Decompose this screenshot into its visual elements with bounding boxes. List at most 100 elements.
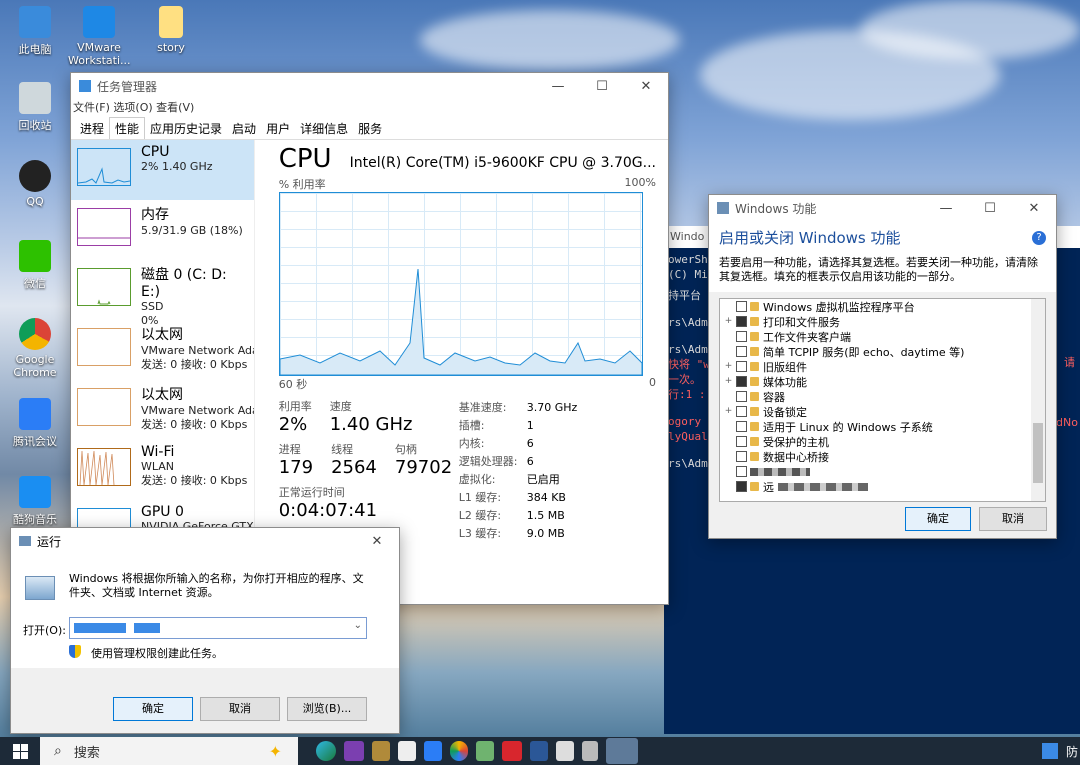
- wps-icon[interactable]: [502, 741, 522, 761]
- tab-users[interactable]: 用户: [261, 118, 295, 139]
- run-dialog[interactable]: 运行 ✕ Windows 将根据你所输入的名称，为你打开相应的程序、文件夹、文档…: [10, 527, 400, 734]
- tab-processes[interactable]: 进程: [75, 118, 109, 139]
- threads-value: 2564: [331, 457, 377, 478]
- app-icon[interactable]: [372, 741, 390, 761]
- desktop-icon-this-pc[interactable]: 此电脑: [4, 6, 66, 57]
- recycle-icon[interactable]: [582, 741, 598, 761]
- tab-startup[interactable]: 启动: [227, 118, 261, 139]
- run-browse-button[interactable]: 浏览(B)...: [287, 697, 367, 721]
- feature-item[interactable]: + 打印和文件服务: [724, 314, 1045, 329]
- tab-performance[interactable]: 性能: [109, 117, 146, 139]
- run-program-icon: [25, 576, 55, 600]
- sidebar-item-cpu[interactable]: CPU 2% 1.40 GHz: [71, 140, 254, 200]
- features-minimize-button[interactable]: —: [924, 201, 968, 216]
- minimize-button[interactable]: —: [536, 79, 580, 94]
- expand-icon[interactable]: +: [724, 317, 733, 326]
- chevron-down-icon[interactable]: ⌄: [354, 620, 362, 631]
- notepad-icon[interactable]: [476, 741, 494, 761]
- folder-icon: [750, 452, 759, 461]
- expand-icon[interactable]: +: [724, 407, 733, 416]
- features-maximize-button[interactable]: ☐: [968, 201, 1012, 216]
- feature-checkbox[interactable]: [736, 301, 747, 312]
- disk-thumbnail: [77, 268, 131, 306]
- features-heading: 启用或关闭 Windows 功能: [719, 229, 901, 247]
- sidebar-item-wifi[interactable]: Wi-Fi WLAN 发送: 0 接收: 0 Kbps: [71, 440, 254, 500]
- feature-checkbox[interactable]: [736, 481, 747, 492]
- feature-item[interactable]: 简单 TCPIP 服务(即 echo、daytime 等): [724, 344, 1045, 359]
- typora-icon[interactable]: [398, 741, 416, 761]
- start-button[interactable]: [0, 737, 40, 765]
- feature-item[interactable]: 工作文件夹客户端: [724, 329, 1045, 344]
- desktop-icon-recycle-bin[interactable]: 回收站: [4, 82, 66, 133]
- run-cancel-button[interactable]: 取消: [200, 697, 280, 721]
- contacts-icon[interactable]: [424, 741, 442, 761]
- expand-icon[interactable]: +: [724, 377, 733, 386]
- feature-checkbox[interactable]: [736, 361, 747, 372]
- feature-checkbox[interactable]: [736, 451, 747, 462]
- taskbar-search-box[interactable]: ⌕ 搜索 ✦: [40, 737, 298, 765]
- desktop-icon-kugou[interactable]: 酷狗音乐: [4, 476, 66, 527]
- feature-item[interactable]: Windows 虚拟机监控程序平台: [724, 299, 1045, 314]
- features-ok-button[interactable]: 确定: [905, 507, 971, 531]
- feature-item[interactable]: 数据中心桥接: [724, 449, 1045, 464]
- desktop-icon-qq[interactable]: QQ: [4, 160, 66, 208]
- menu-file[interactable]: 文件(F): [73, 101, 110, 114]
- feature-checkbox[interactable]: [736, 376, 747, 387]
- expand-icon[interactable]: +: [724, 362, 733, 371]
- sidebar-item-memory[interactable]: 内存 5.9/31.9 GB (18%): [71, 200, 254, 260]
- features-cancel-button[interactable]: 取消: [979, 507, 1047, 531]
- feature-checkbox[interactable]: [736, 346, 747, 357]
- desktop-icon-tencent-meeting[interactable]: 腾讯会议: [4, 398, 66, 449]
- redacted-label: [778, 482, 868, 491]
- run-taskbar-icon[interactable]: [606, 738, 638, 764]
- feature-checkbox[interactable]: [736, 421, 747, 432]
- feature-checkbox[interactable]: [736, 466, 747, 477]
- menu-view[interactable]: 查看(V): [156, 101, 194, 114]
- run-command-input[interactable]: ⌄: [69, 617, 367, 639]
- sidebar-item-ethernet-2[interactable]: 以太网 VMware Network Ada 发送: 0 接收: 0 Kbps: [71, 380, 254, 440]
- features-titlebar[interactable]: Windows 功能 — ☐ ✕: [709, 195, 1056, 221]
- tab-services[interactable]: 服务: [353, 118, 387, 139]
- features-tree[interactable]: Windows 虚拟机监控程序平台 + 打印和文件服务 工作文件夹客户端 简单 T…: [719, 298, 1046, 502]
- desktop-icon-vmware[interactable]: VMware Workstati...: [68, 6, 131, 67]
- feature-checkbox[interactable]: [736, 331, 747, 342]
- tab-app-history[interactable]: 应用历史记录: [145, 118, 227, 139]
- run-ok-button[interactable]: 确定: [113, 697, 193, 721]
- feature-item[interactable]: + 旧版组件: [724, 359, 1045, 374]
- notification-icon[interactable]: [1042, 743, 1058, 759]
- feature-checkbox[interactable]: [736, 406, 747, 417]
- feature-item-redacted[interactable]: [724, 464, 1045, 479]
- onenote-icon[interactable]: [344, 741, 364, 761]
- file-explorer-icon[interactable]: [556, 741, 574, 761]
- desktop-icon-chrome[interactable]: Google Chrome: [4, 318, 66, 379]
- features-close-button[interactable]: ✕: [1012, 201, 1056, 216]
- edge-icon[interactable]: [316, 741, 336, 761]
- feature-item[interactable]: 适用于 Linux 的 Windows 子系统: [724, 419, 1045, 434]
- menu-options[interactable]: 选项(O): [113, 101, 152, 114]
- task-manager-window[interactable]: 任务管理器 — ☐ ✕ 文件(F) 选项(O) 查看(V) 进程 性能 应用历史…: [70, 72, 669, 605]
- help-icon[interactable]: ?: [1032, 231, 1046, 245]
- desktop-icon-wechat[interactable]: 微信: [4, 240, 66, 291]
- feature-checkbox[interactable]: [736, 391, 747, 402]
- sidebar-item-ethernet-1[interactable]: 以太网 VMware Network Ada 发送: 0 接收: 0 Kbps: [71, 320, 254, 380]
- speed-value: 1.40 GHz: [329, 414, 413, 435]
- tab-details[interactable]: 详细信息: [295, 118, 353, 139]
- powershell-icon[interactable]: [530, 741, 548, 761]
- feature-item[interactable]: 受保护的主机: [724, 434, 1045, 449]
- feature-checkbox[interactable]: [736, 316, 747, 327]
- feature-checkbox[interactable]: [736, 436, 747, 447]
- sidebar-item-disk[interactable]: 磁盘 0 (C: D: E:) SSD 0%: [71, 260, 254, 327]
- maximize-button[interactable]: ☐: [580, 79, 624, 94]
- features-scrollbar[interactable]: [1031, 299, 1045, 501]
- close-button[interactable]: ✕: [624, 79, 668, 94]
- run-close-button[interactable]: ✕: [355, 534, 399, 549]
- color-picker-icon[interactable]: [450, 741, 468, 761]
- desktop-icon-story[interactable]: story: [140, 6, 202, 54]
- task-manager-titlebar[interactable]: 任务管理器 — ☐ ✕: [71, 73, 668, 99]
- feature-item[interactable]: + 媒体功能: [724, 374, 1045, 389]
- windows-features-dialog[interactable]: Windows 功能 — ☐ ✕ 启用或关闭 Windows 功能 ? 若要启用…: [708, 194, 1057, 539]
- feature-item[interactable]: 远: [724, 479, 1045, 494]
- run-titlebar[interactable]: 运行 ✕: [11, 528, 399, 554]
- feature-item[interactable]: 容器: [724, 389, 1045, 404]
- feature-item[interactable]: + 设备锁定: [724, 404, 1045, 419]
